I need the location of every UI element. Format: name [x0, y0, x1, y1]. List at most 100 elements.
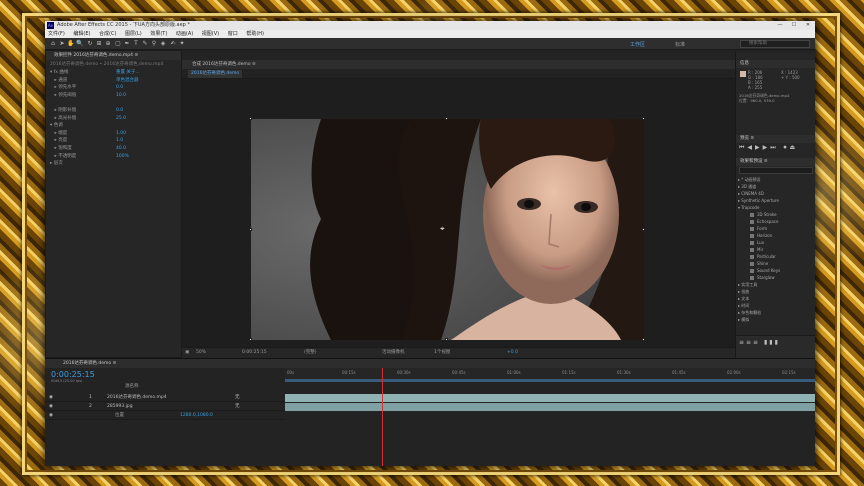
menu-view[interactable]: 视图(V) — [202, 31, 219, 37]
time-ruler[interactable]: 00s 00:15s 00:30s 00:45s 01:00s 01:15s 01:30s 0… — [285, 368, 815, 382]
layer-parent-value[interactable]: 无 — [235, 394, 240, 402]
transform-handle-r[interactable] — [642, 228, 645, 231]
effects-list-item[interactable]: Horizon — [750, 233, 772, 239]
menu-edit[interactable]: 编辑(E) — [73, 31, 90, 37]
puppet-tool-icon[interactable]: ✦ — [178, 40, 186, 48]
effect-row[interactable]: ▸ 领先阈值 10.0 — [50, 92, 126, 99]
effects-list-item[interactable]: 3D Stroke — [750, 212, 777, 218]
effect-row[interactable]: ▸ 高光补偿 25.0 — [50, 115, 126, 122]
views-layout-dropdown[interactable]: 1个视图 — [434, 348, 450, 358]
magnification-icon[interactable]: ▣ — [185, 348, 189, 358]
effect-row[interactable]: ▸ 领先水平 0.0 — [50, 84, 123, 91]
maximize-button[interactable]: ☐ — [787, 21, 801, 30]
layer-parent-value[interactable]: 1280.0,1080.0 — [180, 412, 213, 420]
effects-list-item[interactable]: ▸ 扭曲 — [738, 289, 749, 295]
playhead[interactable] — [382, 368, 383, 466]
visibility-eye-icon[interactable]: ◉ — [49, 412, 53, 420]
effects-presets-tab[interactable]: 效果和预设 ≡ — [736, 158, 815, 166]
home-icon[interactable]: ⌂ — [49, 40, 57, 48]
effects-list-item[interactable]: ▸ Synthetic Aperture — [738, 198, 779, 204]
effect-row[interactable]: ▸ 层次 — [50, 160, 63, 167]
layer-name[interactable]: 2016达芬奇调色.demo.mp4 — [107, 394, 167, 402]
layer-1-bar[interactable] — [285, 394, 815, 402]
magnification-dropdown[interactable]: 50% — [196, 348, 206, 358]
help-search-input[interactable]: 搜索帮助 — [740, 40, 810, 48]
effect-row-value[interactable]: 10.0 — [116, 92, 126, 99]
roto-brush-tool-icon[interactable]: ✍ — [169, 40, 177, 48]
menu-help[interactable]: 帮助(H) — [246, 31, 264, 37]
layer-name[interactable]: 285993.jpg — [107, 403, 133, 411]
menu-file[interactable]: 文件(F) — [48, 31, 65, 37]
composition-canvas[interactable] — [251, 119, 644, 340]
effect-row[interactable]: ▾ 色调 — [50, 122, 63, 129]
menu-effect[interactable]: 效果(T) — [150, 31, 167, 37]
exposure-value[interactable]: +0.0 — [507, 348, 518, 358]
effects-list-item[interactable]: Particular — [750, 254, 776, 260]
effect-row[interactable]: ▸ 亮度 1.0 — [50, 137, 123, 144]
rotate-tool-icon[interactable]: ↻ — [86, 40, 94, 48]
workspace-tab-standard[interactable]: 标准 — [675, 41, 685, 48]
work-area-bar[interactable] — [285, 379, 815, 382]
effect-controls-tab[interactable]: 效果控件 2016达芬奇调色.demo.mp4 ≡ — [46, 51, 181, 60]
effects-list-item[interactable]: Shine — [750, 261, 768, 267]
timeline-current-time[interactable]: 0:00:25:15 — [51, 370, 95, 379]
effect-row-value[interactable]: 单色混合器 — [116, 77, 139, 84]
transform-handle-tl[interactable] — [249, 117, 252, 120]
timeline-tab[interactable]: 2016达芬奇调色.demo ≡ — [45, 359, 815, 368]
effects-list-item[interactable]: ▸ 杂色和颗粒 — [738, 310, 761, 316]
pan-behind-tool-icon[interactable]: ⊕ — [104, 40, 112, 48]
effects-list-item[interactable]: ▸ 时间 — [738, 303, 749, 309]
info-tab[interactable]: 信息 — [736, 60, 815, 68]
effect-row-value[interactable]: 0.0 — [116, 84, 123, 91]
visibility-eye-icon[interactable]: ◉ — [49, 403, 53, 411]
hand-tool-icon[interactable]: ✋ — [67, 40, 75, 48]
menu-layer[interactable]: 图层(L) — [125, 31, 142, 37]
effects-list-item[interactable]: Echospace — [750, 219, 778, 225]
layer-name[interactable]: 位置 — [115, 412, 124, 420]
layer-parent-value[interactable]: 无 — [235, 403, 240, 411]
effect-row-value[interactable]: 40.0 — [116, 145, 126, 152]
layer-2-bar[interactable] — [285, 403, 815, 411]
type-tool-icon[interactable]: T — [132, 40, 140, 48]
effect-row-value[interactable]: 25.0 — [116, 115, 126, 122]
effects-list-item[interactable]: ▸ 3D 通道 — [738, 184, 756, 190]
paragraph-align-icons[interactable]: ≡≡≡ ▮▮▮ — [739, 339, 780, 346]
effect-row[interactable]: ▾ fx 曲线 重置 关于... — [50, 69, 140, 76]
effects-list-item[interactable]: Sound Keys — [750, 268, 780, 274]
camera-tool-icon[interactable]: ⊞ — [95, 40, 103, 48]
effect-row[interactable]: ▸ 通道 单色混合器 — [50, 77, 138, 84]
effects-list-item[interactable]: Lux — [750, 240, 764, 246]
source-name-header[interactable]: 源名称 — [125, 383, 139, 389]
rectangle-tool-icon[interactable]: ▢ — [114, 40, 122, 48]
effects-list-item[interactable]: ▾ Trapcode — [738, 205, 759, 211]
preview-controls[interactable]: ⏮◀▶▶⏭ ⏺⏏ — [739, 144, 798, 152]
camera-view-dropdown[interactable]: 活动摄像机 — [382, 348, 405, 358]
resolution-dropdown[interactable]: (完整) — [304, 348, 317, 358]
layer-row[interactable]: ◉ 1 2016达芬奇调色.demo.mp4 无 — [45, 394, 285, 402]
selection-tool-icon[interactable]: ➤ — [58, 40, 66, 48]
effect-row[interactable]: ▸ 饱和度 40.0 — [50, 145, 126, 152]
effect-row[interactable]: ▸ 阴影补偿 0.0 — [50, 107, 123, 114]
transform-handle-tr[interactable] — [642, 117, 645, 120]
pen-tool-icon[interactable]: ✒ — [123, 40, 131, 48]
transform-handle-l[interactable] — [249, 228, 252, 231]
transform-handle-bl[interactable] — [249, 338, 252, 341]
clone-stamp-tool-icon[interactable]: ⚲ — [150, 40, 158, 48]
effects-list-item[interactable]: ▸ 实用工具 — [738, 282, 757, 288]
effects-list-item[interactable]: ▸ 文本 — [738, 296, 749, 302]
minimize-button[interactable]: — — [773, 21, 787, 30]
effect-row-value[interactable]: 0.0 — [116, 107, 123, 114]
effects-list-item[interactable]: Starglow — [750, 275, 775, 281]
preview-tab[interactable]: 预览 ≡ — [736, 135, 815, 143]
layer-row[interactable]: ◉ 位置 1280.0,1080.0 — [45, 412, 285, 420]
effect-row-value[interactable]: 重置 关于... — [116, 69, 140, 76]
close-button[interactable]: ✕ — [801, 21, 815, 30]
effect-row[interactable]: ▸ 不透明度 100% — [50, 153, 128, 160]
transform-handle-br[interactable] — [642, 338, 645, 341]
layer-row[interactable]: ◉ 2 285993.jpg 无 — [45, 403, 285, 411]
menu-composition[interactable]: 合成(C) — [99, 31, 116, 37]
effects-list-item[interactable]: Mir — [750, 247, 763, 253]
transform-handle-t[interactable] — [445, 117, 448, 120]
menu-window[interactable]: 窗口 — [228, 31, 238, 37]
eraser-tool-icon[interactable]: ◈ — [159, 40, 167, 48]
